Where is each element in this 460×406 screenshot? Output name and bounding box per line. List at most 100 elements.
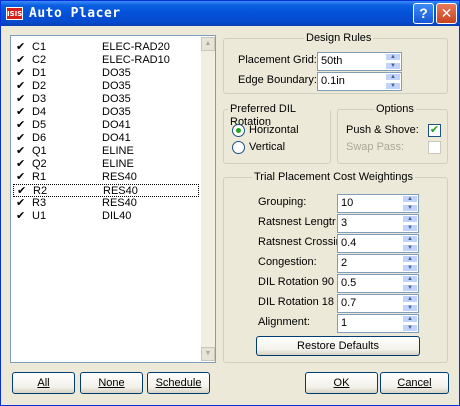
check-icon[interactable]: ✔ [16, 132, 25, 145]
check-icon[interactable]: ✔ [16, 171, 25, 184]
list-item[interactable]: ✔ C1 ELEC-RAD20 [13, 41, 199, 54]
horizontal-radio[interactable] [232, 124, 245, 137]
component-ref: D2 [32, 80, 47, 92]
help-button[interactable]: ? [413, 3, 434, 24]
weighting-value: 2 [341, 257, 348, 269]
spin-down-icon[interactable]: ▼ [402, 224, 418, 232]
restore-defaults-button[interactable]: Restore Defaults [256, 336, 420, 356]
component-package: DO35 [102, 106, 131, 118]
spin-up-icon[interactable]: ▲ [385, 73, 401, 81]
weighting-spinner[interactable]: 3 ▲ ▼ [337, 214, 419, 233]
spin-down-icon[interactable]: ▼ [402, 244, 418, 252]
check-icon[interactable]: ✔ [16, 106, 25, 119]
spin-up-icon[interactable]: ▲ [402, 255, 418, 263]
spin-down-icon[interactable]: ▼ [385, 62, 401, 70]
list-item[interactable]: ✔ Q1 ELINE [13, 145, 199, 158]
list-item[interactable]: ✔ D3 DO35 [13, 93, 199, 106]
list-item[interactable]: ✔ C2 ELEC-RAD10 [13, 54, 199, 67]
edge-boundary-label: Edge Boundary: [238, 74, 317, 86]
list-item[interactable]: ✔ D6 DO41 [13, 132, 199, 145]
component-ref: Q1 [32, 145, 47, 157]
spin-up-icon[interactable]: ▲ [402, 275, 418, 283]
none-button[interactable]: None [80, 372, 143, 394]
spin-down-icon[interactable]: ▼ [402, 324, 418, 332]
list-item[interactable]: ✔ D4 DO35 [13, 106, 199, 119]
ok-button[interactable]: OK [305, 372, 378, 394]
list-item[interactable]: ✔ Q2 ELINE [13, 158, 199, 171]
check-icon[interactable]: ✔ [16, 145, 25, 158]
component-ref: D4 [32, 106, 47, 118]
schedule-button[interactable]: Schedule [147, 372, 210, 394]
close-button[interactable]: ✕ [436, 3, 457, 24]
scroll-down-icon[interactable]: ▼ [201, 347, 215, 361]
weighting-spinner[interactable]: 0.4 ▲ ▼ [337, 234, 419, 253]
weighting-value: 10 [341, 197, 354, 209]
weighting-label: Ratsnest Crossir [258, 236, 340, 248]
component-package: DO41 [102, 119, 131, 131]
check-icon[interactable]: ✔ [16, 210, 25, 223]
list-item[interactable]: ✔ R2 RES40 [13, 184, 199, 197]
check-icon[interactable]: ✔ [16, 67, 25, 80]
check-icon[interactable]: ✔ [16, 197, 25, 210]
weighting-spinner[interactable]: 0.5 ▲ ▼ [337, 274, 419, 293]
list-item[interactable]: ✔ U1 DIL40 [13, 210, 199, 223]
spin-down-icon[interactable]: ▼ [402, 264, 418, 272]
list-item[interactable]: ✔ D2 DO35 [13, 80, 199, 93]
push-shove-checkbox[interactable]: ✔ [428, 124, 441, 137]
spin-down-icon[interactable]: ▼ [402, 284, 418, 292]
vertical-radio[interactable] [232, 141, 245, 154]
title-bar[interactable]: ISIS Auto Placer ? ✕ [1, 1, 459, 26]
component-package: DO41 [102, 132, 131, 144]
design-rules-legend: Design Rules [304, 32, 374, 45]
spin-up-icon[interactable]: ▲ [402, 215, 418, 223]
weighting-label: Ratsnest Lengtr [258, 216, 336, 228]
placement-grid-spinner[interactable]: 50th ▲ ▼ [317, 52, 402, 71]
spin-down-icon[interactable]: ▼ [402, 304, 418, 312]
list-item[interactable]: ✔ D5 DO41 [13, 119, 199, 132]
weighting-label: DIL Rotation 18 [258, 296, 335, 308]
check-icon[interactable]: ✔ [16, 158, 25, 171]
options-group: Options Push & Shove: ✔ Swap Pass: [337, 103, 448, 164]
edge-boundary-spinner[interactable]: 0.1in ▲ ▼ [317, 72, 402, 91]
cancel-button[interactable]: Cancel [380, 372, 449, 394]
spin-up-icon[interactable]: ▲ [385, 53, 401, 61]
component-package: ELINE [102, 145, 134, 157]
placement-grid-label: Placement Grid: [238, 54, 317, 66]
weighting-spinner[interactable]: 10 ▲ ▼ [337, 194, 419, 213]
component-list[interactable]: ✔ C1 ELEC-RAD20 ✔ C2 ELEC-RAD10 ✔ D1 DO35 ✔ D2 DO35… [10, 35, 216, 363]
swap-pass-checkbox[interactable] [428, 141, 441, 154]
spin-down-icon[interactable]: ▼ [385, 82, 401, 90]
all-button[interactable]: All [12, 372, 75, 394]
check-icon[interactable]: ✔ [16, 80, 25, 93]
weighting-label: Alignment: [258, 316, 310, 328]
spin-up-icon[interactable]: ▲ [402, 315, 418, 323]
component-package: DO35 [102, 80, 131, 92]
swap-pass-label: Swap Pass: [346, 141, 405, 153]
weighting-spinner[interactable]: 2 ▲ ▼ [337, 254, 419, 273]
check-icon[interactable]: ✔ [16, 93, 25, 106]
weighting-label: Congestion: [258, 256, 317, 268]
component-ref: Q2 [32, 158, 47, 170]
scroll-up-icon[interactable]: ▲ [201, 37, 215, 51]
spin-down-icon[interactable]: ▼ [402, 204, 418, 212]
window-title: Auto Placer [29, 6, 121, 21]
component-ref: D5 [32, 119, 47, 131]
component-ref: D1 [32, 67, 47, 79]
weighting-value: 0.7 [341, 297, 357, 309]
spin-up-icon[interactable]: ▲ [402, 235, 418, 243]
weighting-spinner[interactable]: 0.7 ▲ ▼ [337, 294, 419, 313]
check-icon[interactable]: ✔ [16, 119, 25, 132]
spin-up-icon[interactable]: ▲ [402, 295, 418, 303]
design-rules-group: Design Rules Placement Grid: 50th ▲ ▼ Edg… [223, 32, 448, 94]
vertical-scrollbar[interactable]: ▲ ▼ [201, 37, 215, 361]
spin-up-icon[interactable]: ▲ [402, 195, 418, 203]
list-item[interactable]: ✔ R1 RES40 [13, 171, 199, 184]
list-item[interactable]: ✔ D1 DO35 [13, 67, 199, 80]
check-icon[interactable]: ✔ [16, 54, 25, 67]
dil-rotation-group: Preferred DIL Rotation Horizontal Vertic… [223, 103, 331, 164]
push-shove-label: Push & Shove: [346, 124, 419, 136]
component-ref: D6 [32, 132, 47, 144]
weighting-spinner[interactable]: 1 ▲ ▼ [337, 314, 419, 333]
check-icon[interactable]: ✔ [16, 41, 25, 54]
list-item[interactable]: ✔ R3 RES40 [13, 197, 199, 210]
